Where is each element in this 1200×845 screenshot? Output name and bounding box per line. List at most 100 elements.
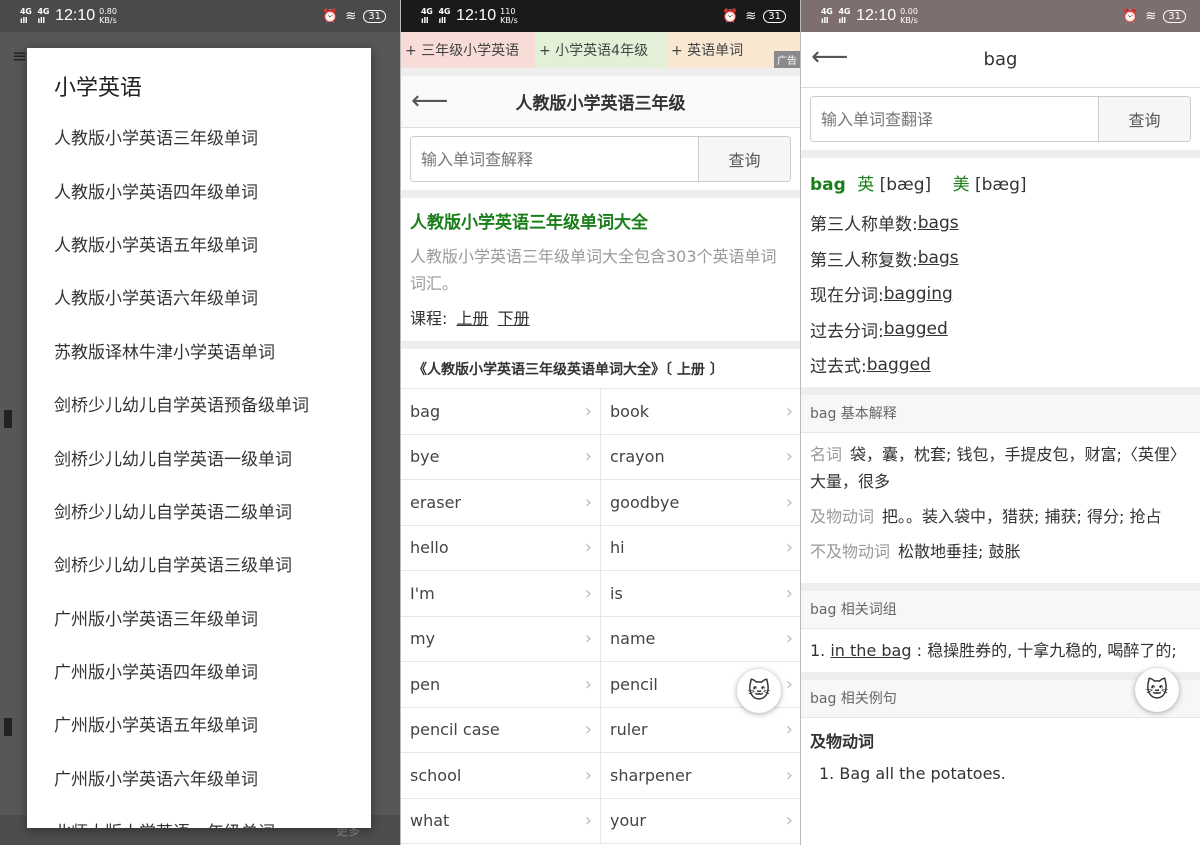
word-item[interactable]: hi › — [601, 526, 800, 571]
ad-link[interactable]: + 三年级小学英语 — [401, 32, 535, 68]
status-bar: 4G ıll 4G ıll 12:10 110 KB/s ⏰ ≋ 31 — [401, 0, 800, 32]
screen-word-detail: 4G ıll 4G ıll 12:10 0.00 KB/s ⏰ ≋ 31 ⟵ bag… — [800, 0, 1200, 845]
word-item[interactable]: pencil case › — [401, 707, 601, 753]
course-label: 课程: — [410, 309, 448, 328]
us-phonetic: [bæg] — [974, 175, 1027, 195]
word-item[interactable]: bye › — [401, 434, 601, 480]
definition-row: 及物动词 把。。装入袋中，猎获; 捕获; 得分; 抢占 — [810, 503, 1191, 530]
word-item[interactable]: bag › — [401, 389, 601, 435]
word-item[interactable]: pen › — [401, 662, 601, 708]
dialog-item[interactable]: 剑桥少儿幼儿自学英语一级单词 — [27, 430, 371, 483]
search-button[interactable]: 查询 — [698, 137, 790, 181]
form-link[interactable]: bagging — [884, 284, 953, 304]
ad-link[interactable]: + 小学英语4年级 — [535, 32, 667, 68]
section-marker — [4, 410, 12, 428]
word-item[interactable]: school › — [401, 753, 601, 799]
form-label: 过去分词: — [810, 321, 884, 342]
course-link-vol1[interactable]: 上册 — [457, 309, 489, 328]
form-label: 第三人称复数: — [810, 250, 918, 271]
signal-icon-2: 4G ıll — [37, 7, 50, 25]
example-sentence: 1. Bag all the potatoes. — [819, 763, 1006, 783]
dialog-item[interactable]: 剑桥少儿幼儿自学英语二级单词 — [27, 484, 371, 537]
dialog-item[interactable]: 人教版小学英语三年级单词 — [27, 110, 371, 163]
chevron-right-icon: › — [785, 628, 793, 650]
chevron-right-icon: › — [584, 582, 592, 604]
alarm-icon: ⏰ — [1122, 8, 1139, 24]
dialog-item[interactable]: 广州版小学英语三年级单词 — [27, 591, 371, 644]
word-item[interactable]: my › — [401, 616, 601, 662]
definition-text: 松散地垂挂; 鼓胀 — [898, 541, 1021, 561]
word-item[interactable]: is › — [601, 571, 800, 617]
search-input[interactable] — [411, 137, 698, 181]
dialog-item[interactable]: 广州版小学英语五年级单词 — [27, 697, 371, 750]
nav-bar: ⟵ bag — [801, 32, 1200, 88]
word-item[interactable]: hello › — [401, 525, 601, 571]
wifi-icon: ≋ — [345, 8, 357, 24]
search-bar: 查询 — [410, 136, 791, 182]
dialog-item[interactable]: 人教版小学英语六年级单词 — [27, 270, 371, 323]
word-item[interactable]: I'm › — [401, 571, 601, 617]
form-link[interactable]: bags — [918, 213, 959, 233]
chevron-right-icon: › — [584, 400, 592, 422]
word-item[interactable]: ruler › — [601, 708, 800, 753]
dialog-item[interactable]: 人教版小学英语四年级单词 — [27, 163, 371, 216]
intro-heading: 人教版小学英语三年级单词大全 — [410, 213, 648, 233]
cat-assistant-icon[interactable]: 🐱 — [737, 669, 781, 713]
word-item[interactable]: crayon › — [601, 435, 800, 480]
phrase-link[interactable]: in the bag — [830, 641, 911, 660]
word-label: eraser — [410, 492, 461, 512]
signal-icon: 4G ıll — [821, 7, 833, 25]
word-item[interactable]: book › — [601, 389, 800, 435]
uk-phonetic: [bæg] — [879, 175, 932, 195]
wifi-icon: ≋ — [745, 8, 757, 24]
search-input[interactable] — [811, 97, 1098, 141]
word-header: bag 英 [bæg] 美 [bæg] 第三人称单数: bags 第三人称复数: b… — [801, 158, 1200, 387]
word-item[interactable]: goodbye › — [601, 480, 800, 526]
word-label: pencil case — [410, 720, 500, 740]
search-button[interactable]: 查询 — [1098, 97, 1190, 141]
chevron-right-icon: › — [584, 810, 592, 832]
word-label: crayon — [610, 447, 665, 467]
dialog-item[interactable]: 剑桥少儿幼儿自学英语三级单词 — [27, 537, 371, 590]
intro-description: 人教版小学英语三年级单词大全包含303个英语单词词汇。 — [410, 247, 777, 293]
menu-icon: ≡ — [12, 46, 28, 67]
form-link[interactable]: bagged — [867, 355, 931, 375]
word-item[interactable]: eraser › — [401, 480, 601, 526]
word-form: 过去式: bagged — [810, 347, 1191, 383]
back-arrow-icon[interactable]: ⟵ — [411, 86, 448, 116]
alarm-icon: ⏰ — [722, 8, 739, 24]
battery-icon: 31 — [1163, 9, 1186, 23]
word-item[interactable]: what › — [401, 798, 601, 844]
chevron-right-icon: › — [584, 491, 592, 513]
course-row: 课程: 上册 下册 — [410, 305, 791, 329]
section-marker — [4, 718, 12, 736]
word-item[interactable]: sharpener › — [601, 753, 800, 799]
dialog-item[interactable]: 苏教版译林牛津小学英语单词 — [27, 324, 371, 377]
chevron-right-icon: › — [785, 719, 793, 741]
category-dialog: 小学英语 人教版小学英语三年级单词 人教版小学英语四年级单词 人教版小学英语五年… — [27, 48, 371, 828]
net-speed: 0.00 KB/s — [900, 7, 918, 25]
word-label: hi — [610, 538, 625, 558]
signal-icon-2: 4G ıll — [438, 7, 451, 25]
dialog-item[interactable]: 广州版小学英语四年级单词 — [27, 644, 371, 697]
dialog-item[interactable]: 剑桥少儿幼儿自学英语预备级单词 — [27, 377, 371, 430]
word-label: is — [610, 583, 623, 603]
chevron-right-icon: › — [584, 446, 592, 468]
form-link[interactable]: bags — [918, 248, 959, 268]
dialog-item[interactable]: 北师大版小学英语一年级单词 — [27, 804, 371, 828]
form-link[interactable]: bagged — [884, 319, 948, 339]
word-label: bye — [410, 447, 440, 467]
part-of-speech: 及物动词 — [810, 506, 875, 526]
course-link-vol2[interactable]: 下册 — [498, 309, 530, 328]
signal-icon-2: 4G ıll — [838, 7, 851, 25]
back-arrow-icon[interactable]: ⟵ — [811, 42, 848, 72]
word-item[interactable]: your › — [601, 799, 800, 844]
word-label: ruler — [610, 720, 648, 740]
word-item[interactable]: name › — [601, 617, 800, 662]
dialog-item[interactable]: 人教版小学英语五年级单词 — [27, 217, 371, 270]
word-label: bag — [410, 401, 441, 421]
phrases-header: bag 相关词组 — [801, 590, 1200, 629]
wifi-icon: ≋ — [1145, 8, 1157, 24]
dialog-item[interactable]: 广州版小学英语六年级单词 — [27, 751, 371, 804]
cat-assistant-icon[interactable]: 🐱 — [1135, 668, 1179, 712]
